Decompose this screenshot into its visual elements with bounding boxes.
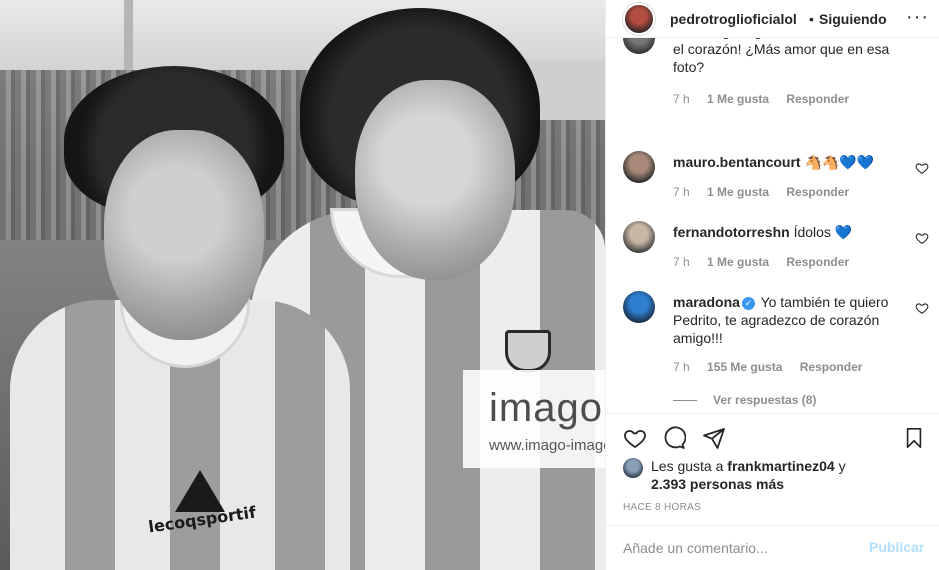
comment-likes[interactable]: 1 Me gusta: [707, 255, 769, 269]
view-replies-label: Ver respuestas (8): [713, 393, 817, 407]
comment-avatar[interactable]: [623, 221, 655, 253]
comment-avatar[interactable]: [623, 151, 655, 183]
bookmark-icon[interactable]: [903, 426, 925, 450]
comment-text: fernandotorreshn Ídolos 💙: [673, 223, 903, 241]
watermark-brand: imago: [489, 386, 603, 430]
comment-like-icon[interactable]: [914, 161, 930, 175]
comment-likes[interactable]: 1 Me gusta: [707, 92, 769, 106]
publish-button[interactable]: Publicar: [869, 539, 924, 555]
comment-username[interactable]: fernandotorreshn: [673, 224, 790, 240]
replies-line: [673, 400, 697, 402]
watermark-url: www.imago-images.de: [489, 437, 605, 454]
post-photo[interactable]: lecoqsportif imago www.imago-images.de: [0, 0, 605, 570]
post-header: pedrotroglioficialol • Siguiendo ···: [606, 0, 939, 37]
comment-text: mauro.bentancourt 🐴🐴💙💙: [673, 153, 903, 171]
comment-meta: 7 h 155 Me gusta Responder: [673, 360, 876, 374]
author-avatar[interactable]: [623, 3, 655, 35]
comment-text: cardiólogo urgente!!! ¡Se me estalla el …: [673, 38, 903, 76]
reply-button[interactable]: Responder: [786, 185, 849, 199]
comment-like-icon[interactable]: [914, 231, 930, 245]
more-options-icon[interactable]: ···: [906, 6, 929, 29]
post-side-panel: pedrotroglioficialol • Siguiendo ··· car…: [605, 0, 939, 570]
comment-input[interactable]: [623, 538, 843, 558]
comment-avatar[interactable]: [623, 291, 655, 323]
header-separator: •: [809, 11, 814, 27]
reply-button[interactable]: Responder: [786, 255, 849, 269]
comment-meta: 7 h 1 Me gusta Responder: [673, 185, 863, 199]
comment-meta: 7 h 1 Me gusta Responder: [673, 255, 863, 269]
verified-badge-icon: ✓: [741, 297, 755, 310]
comment-icon[interactable]: [662, 426, 686, 450]
view-replies-button[interactable]: Ver respuestas (8): [673, 393, 816, 407]
post-actions: [606, 413, 939, 461]
comment-body: cardiólogo urgente!!! ¡Se me estalla el …: [673, 38, 894, 75]
following-button[interactable]: Siguiendo: [819, 11, 887, 27]
comment-username[interactable]: mauro.bentancourt: [673, 154, 801, 170]
comment-username[interactable]: maradona: [673, 294, 740, 310]
author-username[interactable]: pedrotroglioficialol: [670, 11, 797, 27]
comment-avatar[interactable]: [623, 38, 655, 54]
photo-watermark: imago www.imago-images.de: [463, 370, 605, 468]
likes-others[interactable]: 2.393 personas más: [651, 476, 784, 492]
comment-time[interactable]: 7 h: [673, 255, 690, 269]
comment-likes[interactable]: 155 Me gusta: [707, 360, 782, 374]
likes-suffix: y: [838, 458, 846, 474]
post-timestamp[interactable]: HACE 8 HORAS: [623, 502, 701, 513]
comment-text: maradona ✓ Yo también te quiero Pedrito, …: [673, 293, 903, 347]
comment-body: Ídolos 💙: [793, 224, 853, 240]
liker-username[interactable]: frankmartinez04: [727, 458, 834, 474]
comment-body: 🐴🐴💙💙: [804, 154, 875, 170]
person-left-face: [104, 130, 264, 340]
person-right-face: [355, 80, 515, 280]
reply-button[interactable]: Responder: [800, 360, 863, 374]
liker-avatar[interactable]: [623, 458, 643, 478]
likes-prefix: Les gusta a: [651, 458, 724, 474]
comments-list[interactable]: cardiólogo urgente!!! ¡Se me estalla el …: [606, 37, 939, 413]
comment-time[interactable]: 7 h: [673, 185, 690, 199]
heart-icon[interactable]: [622, 426, 648, 450]
comment-time[interactable]: 7 h: [673, 360, 690, 374]
share-icon[interactable]: [702, 426, 726, 450]
photo-pole: [124, 0, 133, 70]
comment-meta: 7 h 1 Me gusta Responder: [673, 92, 863, 106]
comment-likes[interactable]: 1 Me gusta: [707, 185, 769, 199]
person-right-crest: [505, 330, 551, 372]
add-comment-bar: Publicar: [606, 525, 939, 570]
reply-button[interactable]: Responder: [786, 92, 849, 106]
comment-like-icon[interactable]: [914, 301, 930, 315]
comment-time[interactable]: 7 h: [673, 92, 690, 106]
likes-line: Les gusta a frankmartinez04 y: [651, 458, 846, 474]
